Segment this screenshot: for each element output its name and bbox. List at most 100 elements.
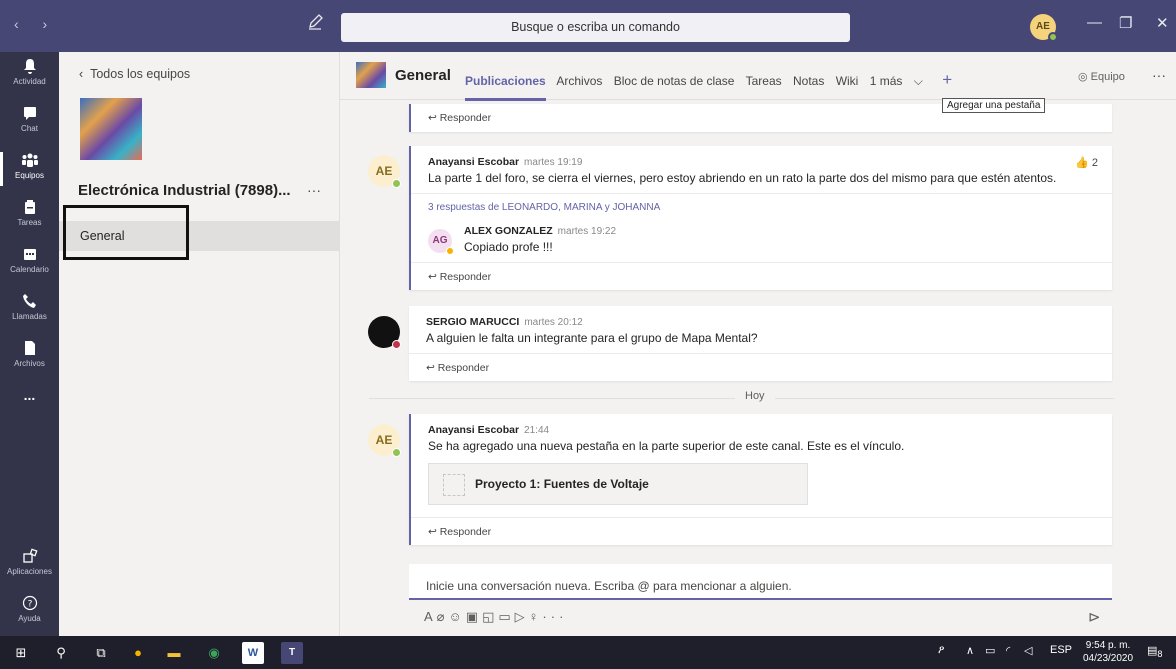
more-options-icon[interactable]: ···	[542, 609, 567, 624]
tab-more[interactable]: 1 más ⌵	[870, 74, 931, 88]
rail-label: Equipos	[15, 171, 44, 180]
notification-count: 8	[1157, 649, 1163, 660]
back-to-teams-link[interactable]: ‹ Todos los equipos	[79, 67, 190, 81]
tab-bloc-de-notas[interactable]: Bloc de notas de clase	[614, 74, 735, 88]
reply-label: Responder	[439, 271, 492, 283]
like-reaction[interactable]: 👍 2	[1075, 156, 1098, 169]
chrome-icon[interactable]: ●	[127, 642, 149, 664]
chevron-left-icon: ‹	[79, 67, 91, 81]
nav-arrows[interactable]: ‹ ›	[14, 16, 57, 32]
chat-icon	[23, 107, 36, 120]
reply-icon: ↩	[428, 526, 440, 538]
reply-label: Responder	[439, 112, 492, 124]
eye-icon: ◎	[1078, 71, 1091, 83]
user-avatar[interactable]: AE	[1030, 14, 1058, 42]
message-text: Copiado profe !!!	[464, 240, 553, 254]
tab-more-label: 1 más	[869, 74, 903, 88]
team-more-button[interactable]: ···	[307, 182, 321, 198]
system-clock[interactable]: 9:54 p. m. 04/23/2020	[1083, 639, 1133, 665]
language-indicator[interactable]: ESP	[1050, 644, 1072, 656]
rail-more-button[interactable]: ...	[0, 381, 59, 428]
gif-icon[interactable]: ▣	[466, 609, 482, 624]
channel-title: General	[395, 67, 451, 84]
team-button[interactable]: ◎ Equipo	[1078, 70, 1125, 83]
add-tab-button[interactable]: +	[942, 70, 952, 89]
tab-link-card[interactable]: Proyecto 1: Fuentes de Voltaje	[428, 463, 808, 505]
reply-button[interactable]: ↩ Responder	[411, 262, 1112, 290]
channel-more-button[interactable]: ···	[1152, 67, 1166, 83]
rail-item-actividad[interactable]: Actividad	[0, 52, 59, 99]
praise-icon[interactable]: ♀	[529, 609, 543, 624]
rail-label: Tareas	[17, 218, 42, 227]
chrome-profile-icon[interactable]: ◉	[203, 642, 225, 664]
rail-item-calendario[interactable]: Calendario	[0, 240, 59, 287]
date-divider-label: Hoy	[735, 390, 775, 402]
avatar[interactable]	[368, 316, 401, 349]
reply-button[interactable]: ↩ Responder	[411, 517, 1112, 545]
rail-item-llamadas[interactable]: Llamadas	[0, 287, 59, 334]
rail-item-archivos[interactable]: Archivos	[0, 334, 59, 381]
clock-date: 04/23/2020	[1083, 653, 1134, 664]
app-rail: Actividad Chat Equipos Tareas Calendario…	[0, 52, 59, 636]
volume-icon[interactable]: ◁	[1024, 644, 1032, 657]
compose-icon[interactable]	[306, 14, 324, 32]
author-name[interactable]: Anayansi Escobar	[428, 424, 519, 436]
tab-link-title: Proyecto 1: Fuentes de Voltaje	[475, 477, 649, 491]
file-explorer-icon[interactable]: ▬	[163, 642, 185, 664]
attach-icon[interactable]: ⌀	[437, 609, 449, 624]
help-icon: ?	[22, 595, 37, 611]
windows-start-icon[interactable]: ⊞	[10, 642, 32, 664]
tab-archivos[interactable]: Archivos	[556, 74, 602, 88]
rail-item-tareas[interactable]: Tareas	[0, 193, 59, 240]
teams-app-icon[interactable]: T	[281, 642, 303, 664]
minimize-icon[interactable]: —	[1087, 14, 1102, 31]
search-icon[interactable]: ⚲	[50, 642, 72, 664]
meet-now-icon[interactable]: ▭	[498, 609, 514, 624]
format-icon[interactable]: A	[424, 609, 437, 624]
message: Anayansi Escobar martes 19:19 La parte 1 …	[411, 146, 1112, 193]
rail-item-chat[interactable]: Chat	[0, 99, 59, 146]
reply-button[interactable]: ↩ Responder	[409, 353, 1112, 381]
people-icon[interactable]: ዖ	[938, 644, 944, 657]
stream-icon[interactable]: ▷	[515, 609, 529, 624]
action-center-icon[interactable]: ▤8	[1147, 644, 1163, 659]
send-button[interactable]: ⊳	[1088, 608, 1101, 626]
tab-wiki[interactable]: Wiki	[836, 74, 859, 88]
wifi-icon[interactable]: ◜	[1006, 644, 1010, 657]
chevron-down-icon: ⌵	[913, 74, 923, 88]
message: Anayansi Escobar 21:44 Se ha agregado una…	[411, 414, 1112, 517]
team-image	[80, 98, 142, 160]
tab-publicaciones[interactable]: Publicaciones	[465, 74, 546, 88]
tab-tareas[interactable]: Tareas	[746, 74, 782, 88]
emoji-icon[interactable]: ☺	[449, 609, 466, 624]
back-label: Todos los equipos	[90, 67, 191, 81]
rail-item-ayuda[interactable]: ? Ayuda	[0, 589, 59, 636]
avatar[interactable]: AE	[368, 155, 401, 188]
message-card: Anayansi Escobar 21:44 Se ha agregado una…	[409, 414, 1112, 545]
tab-placeholder-icon	[443, 474, 465, 496]
reply-icon: ↩	[428, 112, 440, 124]
avatar[interactable]: AE	[368, 424, 401, 457]
author-name[interactable]: Anayansi Escobar	[428, 156, 519, 168]
tray-chevron-icon[interactable]: ∧	[966, 644, 974, 657]
task-view-icon[interactable]: ⧉	[90, 642, 112, 664]
message-card: Anayansi Escobar martes 19:19 La parte 1 …	[409, 146, 1112, 290]
user-initials: AE	[1036, 21, 1050, 32]
author-name[interactable]: ALEX GONZALEZ	[464, 225, 553, 237]
battery-icon[interactable]: ▭	[985, 644, 995, 657]
close-icon[interactable]: ✕	[1156, 14, 1169, 32]
avatar[interactable]: AG	[428, 229, 454, 255]
reply-label: Responder	[439, 526, 492, 538]
replies-link[interactable]: 3 respuestas de LEONARDO, MARINA y JOHAN…	[411, 193, 1112, 221]
rail-item-aplicaciones[interactable]: Aplicaciones	[0, 542, 59, 589]
rail-item-equipos[interactable]: Equipos	[0, 146, 59, 193]
compose-input[interactable]: Inicie una conversación nueva. Escriba @…	[409, 564, 1112, 600]
search-input[interactable]: Busque o escriba un comando	[341, 13, 850, 42]
message-card: SERGIO MARUCCI martes 20:12 A alguien le …	[409, 306, 1112, 381]
sticker-icon[interactable]: ◱	[482, 609, 498, 624]
tab-notas[interactable]: Notas	[793, 74, 824, 88]
author-name[interactable]: SERGIO MARUCCI	[426, 316, 519, 328]
message: SERGIO MARUCCI martes 20:12 A alguien le …	[409, 306, 1112, 353]
maximize-icon[interactable]: ❐	[1119, 14, 1132, 32]
word-icon[interactable]: W	[242, 642, 264, 664]
